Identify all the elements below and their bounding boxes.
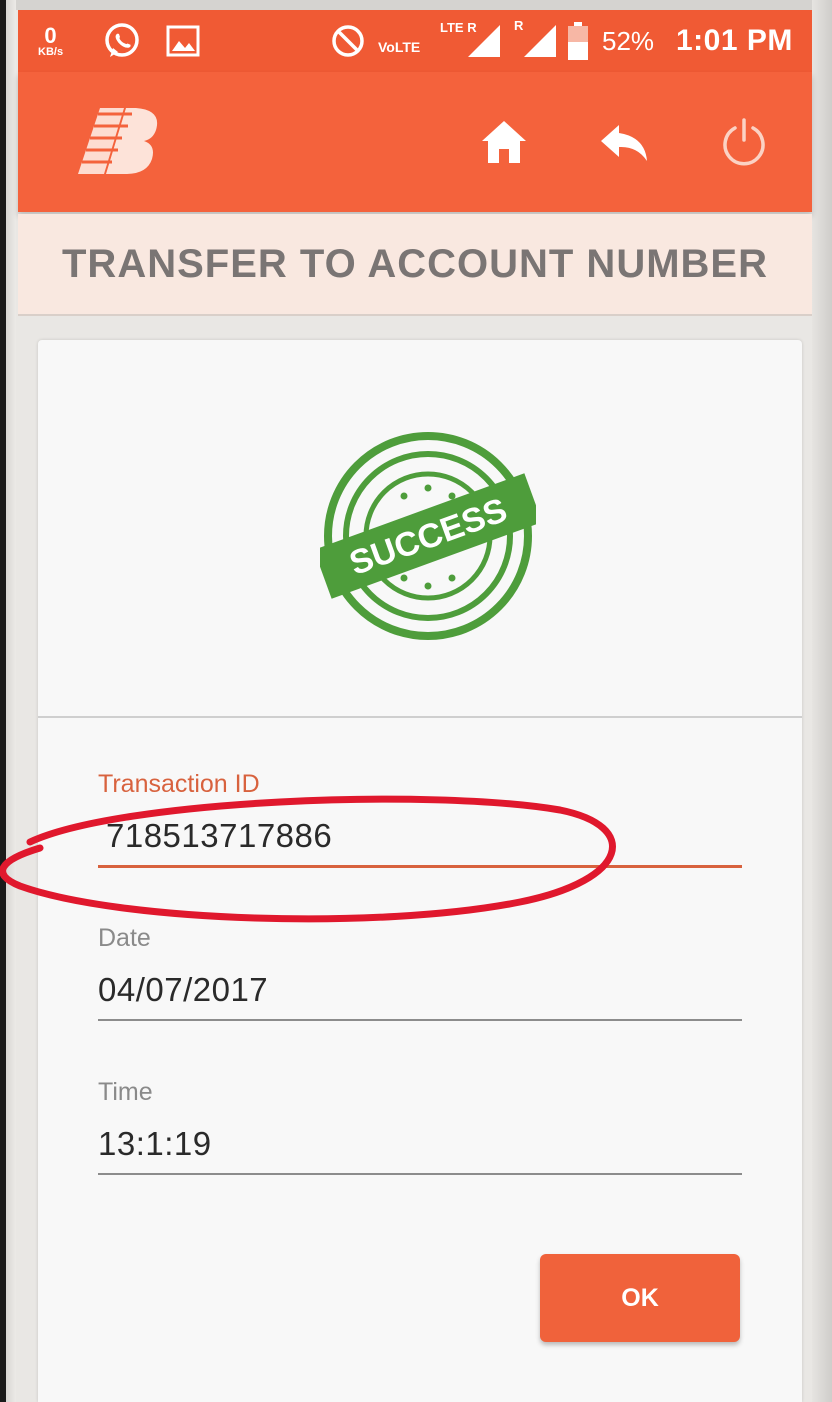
phone-bezel-left — [0, 0, 16, 1402]
app-bar — [18, 72, 812, 212]
transaction-id-label: Transaction ID — [98, 770, 260, 798]
time-value[interactable]: 13:1:19 — [98, 1125, 742, 1175]
date-label: Date — [98, 924, 151, 952]
date-field: Date 04/07/2017 — [98, 924, 742, 1021]
card-divider — [38, 716, 802, 718]
battery-percent: 52% — [602, 25, 655, 56]
network-speed-value: 0 — [44, 22, 57, 48]
date-value[interactable]: 04/07/2017 — [98, 971, 742, 1021]
gallery-icon — [166, 10, 200, 72]
battery-icon — [566, 10, 590, 72]
time-field: Time 13:1:19 — [98, 1078, 742, 1175]
network-speed-unit: KB/s — [38, 45, 64, 58]
power-icon[interactable] — [714, 112, 774, 172]
phone-bezel-right — [812, 0, 832, 1402]
success-stamp: SUCCESS — [313, 428, 543, 644]
clock: 1:01 PM — [676, 24, 793, 57]
back-icon[interactable] — [594, 112, 654, 172]
page-title: TRANSFER TO ACCOUNT NUMBER — [62, 241, 768, 286]
ok-button[interactable]: OK — [540, 1254, 740, 1342]
do-not-disturb-icon — [330, 10, 366, 72]
whatsapp-icon — [102, 10, 142, 72]
status-bar: 0 KB/s VoLTE LTE R R 52% 1:01 PM — [18, 10, 812, 72]
page-title-bar: TRANSFER TO ACCOUNT NUMBER — [18, 214, 812, 316]
transaction-id-value[interactable]: 718513717886 — [98, 817, 742, 868]
time-label: Time — [98, 1078, 153, 1106]
volte-label: VoLTE — [378, 39, 421, 55]
transaction-id-field: Transaction ID 718513717886 — [98, 770, 742, 868]
transaction-result-card: SUCCESS Transaction ID 718513717886 Date… — [38, 340, 802, 1402]
signal-icon — [466, 10, 502, 72]
phone-bezel-top — [16, 0, 812, 10]
signal-icon-2 — [522, 10, 558, 72]
bank-logo — [66, 100, 166, 184]
network-speed: 0 KB/s — [38, 10, 63, 72]
home-icon[interactable] — [474, 112, 534, 172]
